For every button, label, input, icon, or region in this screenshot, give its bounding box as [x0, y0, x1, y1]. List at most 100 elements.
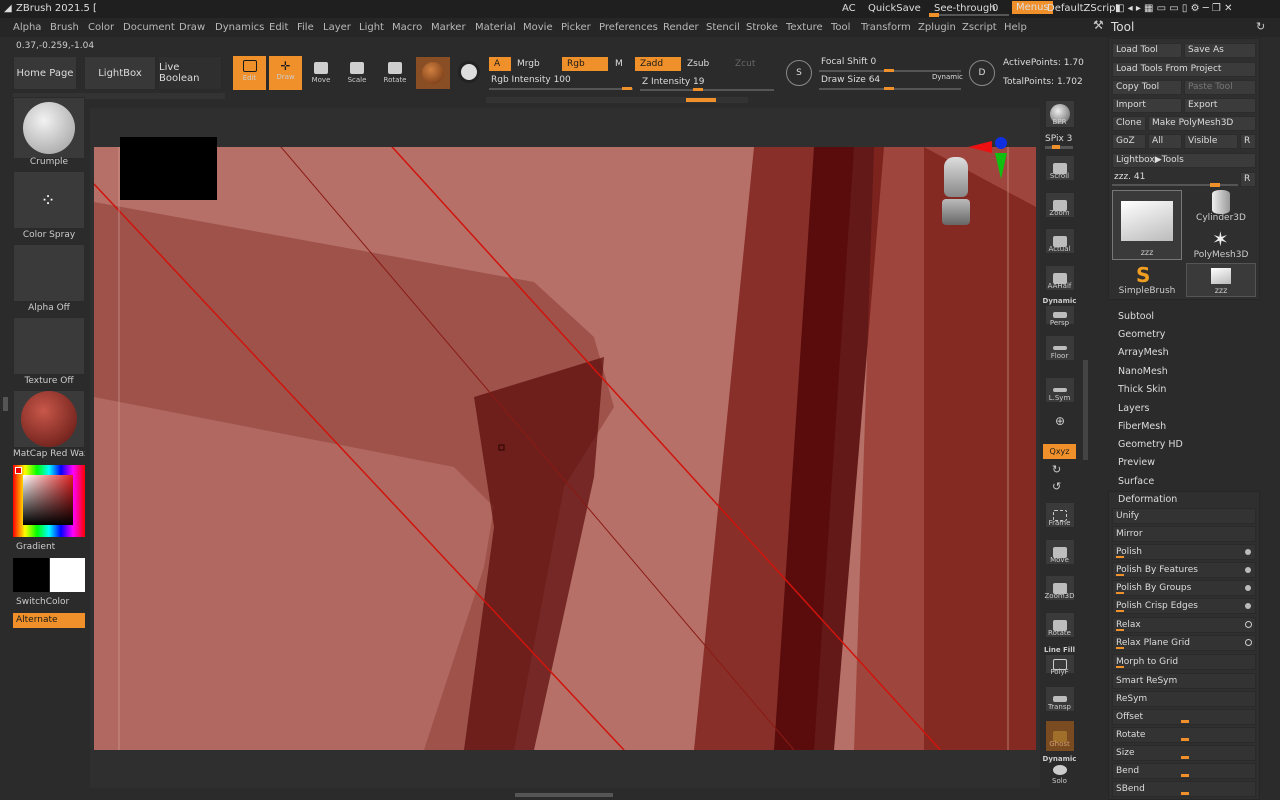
section-deformation[interactable]: Deformation: [1118, 494, 1177, 505]
canvas-scroll-handle[interactable]: [515, 793, 613, 797]
rgb-intensity-slider[interactable]: [489, 88, 633, 90]
move-button[interactable]: Move: [306, 58, 336, 88]
tool-thumb-simplebrush[interactable]: S SimpleBrush: [1112, 263, 1182, 297]
deform-sbend[interactable]: SBend: [1112, 781, 1256, 797]
xyz-symmetry-button[interactable]: Qxyz: [1043, 444, 1076, 459]
m-button[interactable]: M: [610, 57, 632, 71]
deform-resym[interactable]: ReSym: [1112, 691, 1256, 707]
menu-color[interactable]: Color: [88, 22, 114, 33]
menu-edit[interactable]: Edit: [269, 22, 288, 33]
paste-tool-button[interactable]: Paste Tool: [1184, 80, 1256, 95]
z-intensity-slider[interactable]: [640, 89, 774, 91]
color-picker[interactable]: [13, 465, 85, 537]
menu-zscript[interactable]: Zscript: [962, 22, 997, 33]
zsub-button[interactable]: Zsub: [682, 57, 728, 71]
section-subtool[interactable]: Subtool: [1118, 311, 1154, 322]
lightbox-tools-button[interactable]: Lightbox▶Tools: [1112, 153, 1256, 168]
menu-material[interactable]: Material: [475, 22, 516, 33]
lsym-button[interactable]: L.Sym: [1043, 377, 1076, 403]
deform-bend[interactable]: Bend: [1112, 763, 1256, 779]
make-polymesh3d-button[interactable]: Make PolyMesh3D: [1148, 116, 1256, 131]
tool-thumb-polymesh[interactable]: ✶ PolyMesh3D: [1186, 227, 1256, 261]
default-zscript-button[interactable]: DefaultZScript: [1047, 3, 1119, 14]
spix-label[interactable]: SPix 3: [1045, 134, 1072, 144]
load-tools-from-project-button[interactable]: Load Tools From Project: [1112, 62, 1256, 77]
export-button[interactable]: Export: [1184, 98, 1256, 113]
section-preview[interactable]: Preview: [1118, 457, 1155, 468]
rotate-z-icon[interactable]: ↺: [1052, 480, 1061, 493]
left-panel-collapse-icon[interactable]: [3, 397, 8, 411]
live-boolean-button[interactable]: Live Boolean: [158, 56, 222, 90]
stroke-d-icon[interactable]: D: [969, 60, 995, 86]
polish-crisp-dot-icon[interactable]: [1245, 603, 1251, 609]
zoom-button[interactable]: Zoom: [1043, 192, 1076, 218]
ac-button[interactable]: AC: [842, 3, 856, 14]
menu-marker[interactable]: Marker: [431, 22, 466, 33]
rgb-button[interactable]: Rgb: [562, 57, 608, 71]
menu-macro[interactable]: Macro: [392, 22, 422, 33]
deform-relax-plane-grid[interactable]: Relax Plane Grid: [1112, 635, 1256, 651]
window-controls-icon[interactable]: ◧ ◂ ▸ ▦ ▭ ▭ ▯ ⚙ ─ ❐ ✕: [1115, 3, 1232, 14]
polyf-button[interactable]: Line Fill PolyF: [1043, 646, 1076, 676]
tool-thumb-cylinder[interactable]: Cylinder3D: [1186, 190, 1256, 224]
mrgb-button[interactable]: Mrgb: [512, 57, 558, 71]
section-geometry-hd[interactable]: Geometry HD: [1118, 439, 1183, 450]
menu-tool[interactable]: Tool: [831, 22, 850, 33]
zadd-button[interactable]: Zadd: [635, 57, 681, 71]
clone-button[interactable]: Clone: [1112, 116, 1146, 131]
ghost-button[interactable]: Ghost: [1043, 720, 1076, 752]
goz-button[interactable]: GoZ: [1112, 134, 1146, 149]
right-scrollbar[interactable]: [1083, 360, 1088, 460]
tool-panel-refresh-icon[interactable]: ↻: [1256, 20, 1265, 33]
section-thick-skin[interactable]: Thick Skin: [1118, 384, 1166, 395]
menu-brush[interactable]: Brush: [50, 22, 79, 33]
deform-polish[interactable]: Polish: [1112, 544, 1256, 560]
main-color-swatch[interactable]: [13, 558, 49, 592]
draw-button[interactable]: ✛ Draw: [269, 56, 302, 90]
section-fibermesh[interactable]: FiberMesh: [1118, 421, 1166, 432]
rotate-view-button[interactable]: Rotate: [1043, 612, 1076, 638]
menu-render[interactable]: Render: [663, 22, 699, 33]
stroke-thumbnail[interactable]: ⁘: [13, 171, 85, 229]
quicksave-button[interactable]: QuickSave: [868, 3, 921, 14]
gradient-label[interactable]: Gradient: [16, 542, 55, 552]
color-sphere-button[interactable]: [455, 58, 483, 86]
deform-relax[interactable]: Relax: [1112, 617, 1256, 633]
switchcolor-button[interactable]: SwitchColor: [16, 597, 69, 607]
menu-zplugin[interactable]: Zplugin: [918, 22, 956, 33]
tool-thumb-zzz-main[interactable]: zzz: [1112, 190, 1182, 260]
zoom3d-button[interactable]: Zoom3D: [1043, 575, 1076, 601]
deform-unify[interactable]: Unify: [1112, 508, 1256, 524]
load-tool-button[interactable]: Load Tool: [1112, 43, 1182, 58]
stroke-s-icon[interactable]: S: [786, 60, 812, 86]
solo-button[interactable]: Dynamic Solo: [1043, 755, 1077, 785]
home-page-button[interactable]: Home Page: [13, 56, 77, 90]
texture-thumbnail[interactable]: [13, 317, 85, 375]
deform-polish-by-features[interactable]: Polish By Features: [1112, 562, 1256, 578]
menu-document[interactable]: Document: [123, 22, 175, 33]
menu-draw[interactable]: Draw: [179, 22, 205, 33]
lock-icon[interactable]: ⊕: [1050, 414, 1070, 434]
deform-polish-by-groups[interactable]: Polish By Groups: [1112, 580, 1256, 596]
polish-groups-dot-icon[interactable]: [1245, 585, 1251, 591]
deform-morph-to-grid[interactable]: Morph to Grid: [1112, 654, 1256, 670]
seethrough-slider[interactable]: [929, 14, 1009, 16]
goz-visible-button[interactable]: Visible: [1184, 134, 1238, 149]
bpr-button[interactable]: BPR: [1043, 100, 1076, 128]
dynamic-label[interactable]: Dynamic: [932, 73, 963, 81]
menu-help[interactable]: Help: [1004, 22, 1027, 33]
polish-features-dot-icon[interactable]: [1245, 567, 1251, 573]
menu-transform[interactable]: Transform: [861, 22, 911, 33]
deform-offset[interactable]: Offset: [1112, 709, 1256, 725]
xyz-gizmo-icon[interactable]: [968, 137, 1008, 183]
menu-picker[interactable]: Picker: [561, 22, 591, 33]
menu-texture[interactable]: Texture: [786, 22, 823, 33]
deform-size[interactable]: Size: [1112, 745, 1256, 761]
deform-polish-crisp-edges[interactable]: Polish Crisp Edges: [1112, 598, 1256, 614]
aahalf-button[interactable]: AAHalf: [1043, 265, 1076, 291]
goz-all-button[interactable]: All: [1148, 134, 1182, 149]
section-layers[interactable]: Layers: [1118, 403, 1149, 414]
deform-rotate[interactable]: Rotate: [1112, 727, 1256, 743]
goz-r-button[interactable]: R: [1240, 134, 1256, 149]
lightbox-button[interactable]: LightBox: [84, 56, 156, 90]
